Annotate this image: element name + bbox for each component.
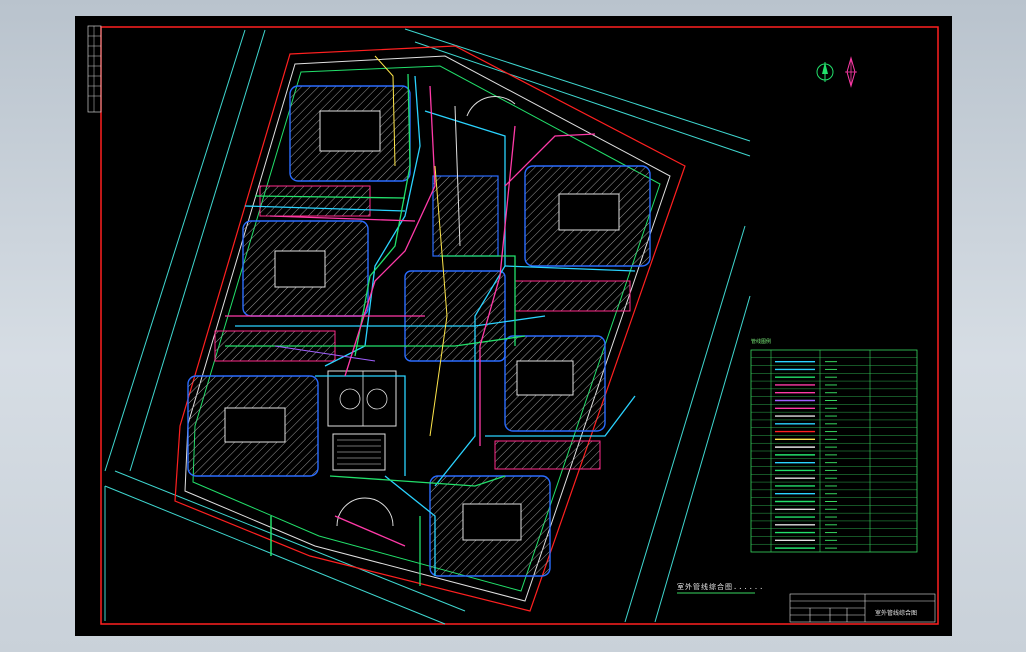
compass-rose-icon	[845, 56, 857, 88]
north-arrow-icon	[816, 62, 834, 82]
drawing-caption: 室外管线综合图......	[677, 583, 765, 591]
site-plan-svg	[87, 25, 939, 625]
title-block-name: 室外管线综合图	[875, 610, 918, 617]
side-stamp	[87, 25, 102, 113]
cad-drawing-sheet: 管线图例 室外管线综合图...... 室外管线综合图	[75, 16, 952, 636]
legend-title: 管线图例	[751, 339, 772, 345]
side-stamp-lines	[88, 26, 101, 112]
pipe-legend-table	[750, 349, 918, 553]
